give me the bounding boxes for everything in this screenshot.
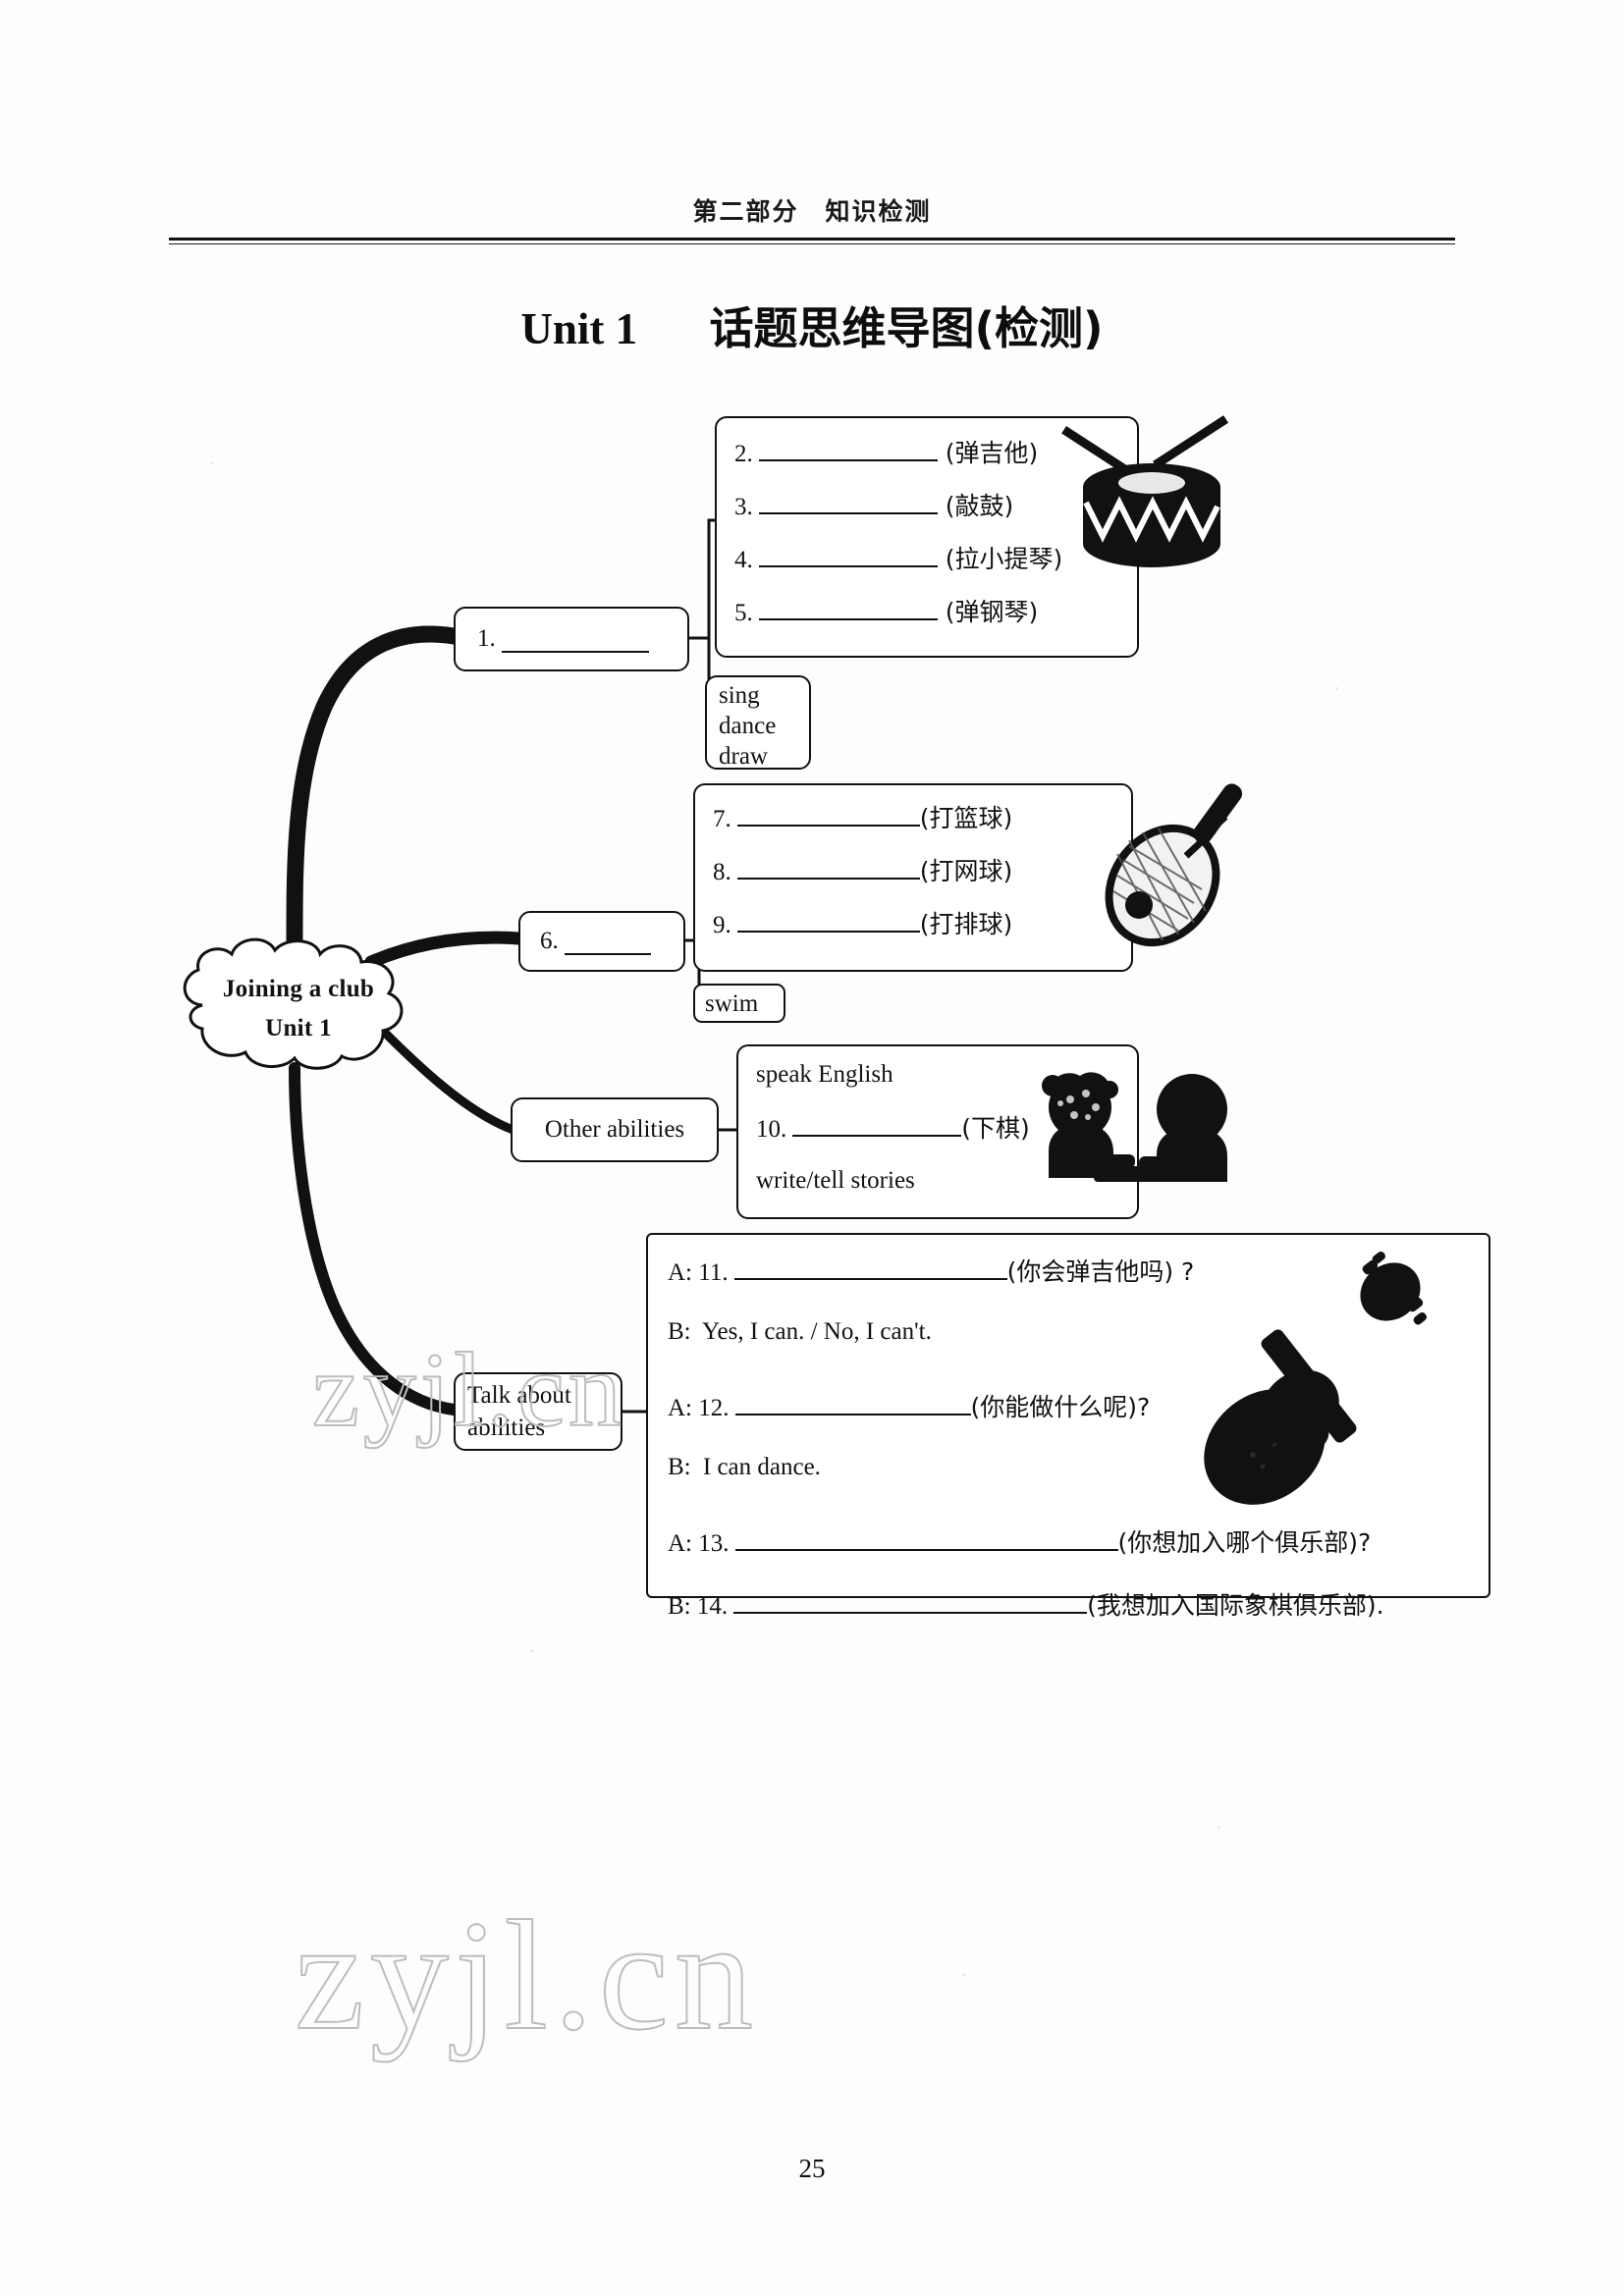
- answer-blank[interactable]: [758, 593, 938, 621]
- scan-speckle: [295, 1188, 298, 1191]
- center-node-line1: Joining a club: [222, 976, 375, 1002]
- scan-speckle: [1335, 687, 1338, 690]
- dialogue-text: I can dance.: [702, 1453, 821, 1480]
- node-other-label: Other abilities: [544, 1116, 685, 1144]
- header-rule-thin: [169, 243, 1455, 244]
- answer-blank[interactable]: [733, 1586, 1088, 1614]
- node-1-number: 1.: [477, 625, 496, 653]
- running-head: 第二部分 知识检测: [692, 197, 932, 226]
- item-hint: (下棋): [961, 1114, 1030, 1143]
- item-hint: (弹吉他): [945, 439, 1039, 468]
- item-hint: (弹钢琴): [945, 598, 1039, 627]
- node-music-blank[interactable]: 1.: [454, 607, 689, 671]
- center-node-text: Joining a club Unit 1: [173, 934, 424, 1072]
- dialogue-row: B: 14. (我想加入国际象棋俱乐部).: [668, 1586, 1489, 1624]
- node-1-answer-blank[interactable]: [501, 625, 649, 654]
- watermark-small: zyjl.cn: [311, 1331, 625, 1450]
- arts-item: dance: [719, 712, 777, 739]
- dialogue-speaker: B: 14.: [668, 1592, 729, 1620]
- item-number: 4.: [734, 547, 753, 574]
- node-sports-blank[interactable]: 6.: [518, 911, 685, 972]
- dialogue-text: Yes, I can. / No, I can't.: [701, 1318, 932, 1345]
- scan-speckle: [210, 461, 213, 464]
- swim-label: swim: [705, 990, 759, 1017]
- answer-blank[interactable]: [734, 1388, 971, 1415]
- scan-speckle: [530, 1649, 533, 1652]
- answer-blank[interactable]: [758, 487, 938, 515]
- box-sports: 7. (打篮球) 8. (打网球) 9. (打排球): [693, 783, 1133, 972]
- scan-speckle: [962, 1973, 965, 1976]
- dialogue-speaker: B:: [668, 1318, 691, 1345]
- header-rule-thick: [169, 238, 1455, 240]
- dialogue-hint: (你能做什么呢)?: [970, 1393, 1151, 1421]
- item-number: 5.: [734, 600, 753, 627]
- answer-blank[interactable]: [733, 1253, 1007, 1281]
- answer-blank[interactable]: [758, 540, 938, 568]
- guitar-icon: [1159, 1245, 1443, 1529]
- item-number: 2.: [734, 441, 753, 468]
- page-title: Unit 1 话题思维导图(检测): [0, 293, 1624, 356]
- answer-blank[interactable]: [736, 852, 920, 881]
- sport-row: 7. (打篮球): [713, 799, 1131, 836]
- box-arts: sing dance draw: [705, 675, 811, 770]
- item-hint: (打网球): [919, 857, 1013, 886]
- arts-item: draw: [719, 742, 768, 770]
- dialogue-speaker: A: 13.: [668, 1529, 730, 1557]
- item-hint: (打排球): [919, 910, 1013, 939]
- instrument-row: 5. (弹钢琴): [734, 593, 1137, 630]
- drum-icon: [1058, 404, 1245, 591]
- box-swim: swim: [693, 984, 785, 1023]
- page-canvas: 第二部分 知识检测 Unit 1 话题思维导图(检测) Joining a cl…: [0, 0, 1624, 2296]
- tennis-racket-icon: [1092, 766, 1288, 962]
- item-number: 7.: [713, 806, 731, 833]
- chess-players-icon: [1023, 1056, 1249, 1219]
- scan-speckle: [1218, 1826, 1220, 1829]
- page-number: 25: [798, 2154, 826, 2183]
- item-hint: (打篮球): [919, 804, 1013, 833]
- node-6-answer-blank[interactable]: [564, 928, 651, 956]
- item-hint: (拉小提琴): [945, 545, 1063, 574]
- center-node-line2: Unit 1: [265, 1015, 332, 1041]
- sport-row: 9. (打排球): [713, 905, 1131, 942]
- dialogue-speaker: A: 11.: [668, 1259, 729, 1287]
- answer-blank[interactable]: [792, 1109, 962, 1137]
- dialogue-hint: (你想加入哪个俱乐部)?: [1117, 1527, 1372, 1557]
- arts-item: sing: [719, 682, 760, 709]
- item-number: 9.: [713, 912, 731, 939]
- node-other-abilities: Other abilities: [511, 1097, 719, 1162]
- answer-blank[interactable]: [734, 1523, 1118, 1551]
- answer-blank[interactable]: [758, 434, 938, 462]
- answer-blank[interactable]: [736, 905, 920, 934]
- answer-blank[interactable]: [736, 799, 920, 828]
- sport-row: 8. (打网球): [713, 852, 1131, 889]
- dialogue-speaker: B:: [668, 1453, 691, 1480]
- center-node-cloud: Joining a club Unit 1: [173, 934, 424, 1072]
- item-hint: (敲鼓): [945, 492, 1014, 521]
- item-number: 8.: [713, 859, 731, 886]
- header-rule: [169, 238, 1455, 244]
- item-number: 10.: [756, 1116, 787, 1143]
- item-number: 3.: [734, 494, 753, 521]
- page-title-unit: Unit 1: [520, 304, 638, 353]
- page-title-cn: 话题思维导图(检测): [709, 302, 1104, 354]
- node-6-number: 6.: [540, 928, 559, 955]
- dialogue-hint: (我想加入国际象棋俱乐部).: [1087, 1590, 1384, 1620]
- dialogue-speaker: A: 12.: [668, 1395, 730, 1421]
- watermark-large: zyjl.cn: [294, 1887, 759, 2063]
